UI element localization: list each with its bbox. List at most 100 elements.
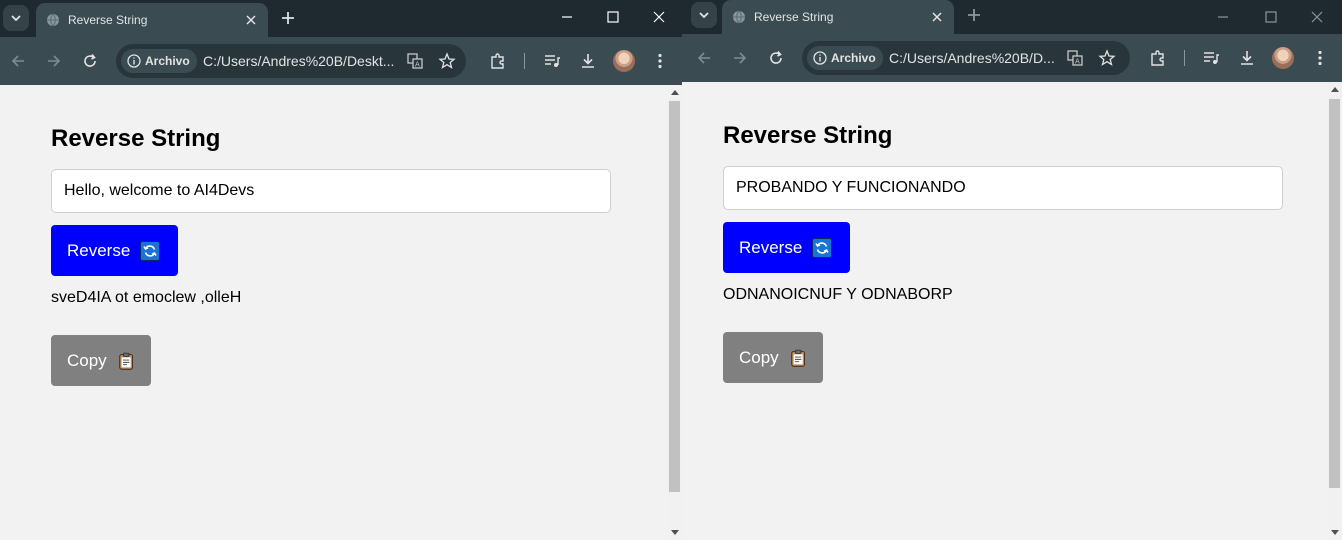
browser-toolbar: Archivo C:/Users/Andres%20B/Deskt... A (0, 37, 682, 85)
scroll-up-arrow[interactable] (1331, 87, 1339, 92)
close-window-button[interactable] (1294, 0, 1340, 34)
menu-button[interactable] (1308, 46, 1332, 70)
reload-button[interactable] (764, 46, 788, 70)
media-button[interactable] (540, 49, 564, 73)
globe-icon (733, 10, 745, 24)
page-viewport: Reverse String Reverse ODNANOICNUF Y ODN… (682, 82, 1342, 540)
refresh-icon (140, 240, 161, 261)
new-tab-icon[interactable] (964, 5, 984, 25)
minimize-icon (562, 16, 572, 18)
scroll-up-arrow[interactable] (671, 90, 679, 95)
minimize-button[interactable] (1200, 0, 1246, 34)
star-icon[interactable] (1098, 49, 1116, 67)
copy-button[interactable]: Copy (723, 332, 823, 383)
star-icon[interactable] (438, 52, 456, 70)
site-info-chip[interactable]: Archivo (807, 46, 883, 70)
arrow-right-icon (48, 55, 61, 67)
tab-reverse-string[interactable]: Reverse String (722, 0, 954, 34)
chip-label: Archivo (831, 51, 876, 65)
chip-label: Archivo (145, 54, 190, 68)
chevron-down-icon (699, 12, 709, 19)
tab-search-button[interactable] (691, 2, 717, 28)
globe-icon (47, 13, 59, 27)
site-info-chip[interactable]: Archivo (121, 49, 197, 73)
arrow-left-icon (697, 52, 710, 64)
chevron-down-icon (11, 15, 21, 22)
more-vert-icon (658, 53, 662, 69)
browser-window-right: Reverse String Archivo C:/Users/Andres%2… (682, 0, 1342, 540)
browser-toolbar: Archivo C:/Users/Andres%20B/D... A (682, 34, 1342, 82)
playlist-icon (1204, 52, 1219, 64)
arrow-right-icon (734, 52, 747, 64)
maximize-button[interactable] (590, 0, 636, 34)
clipboard-icon (790, 349, 805, 367)
scrollbar-thumb[interactable] (669, 101, 680, 492)
scrollbar-thumb[interactable] (1329, 99, 1340, 488)
reload-icon (84, 53, 96, 67)
svg-text:A: A (1075, 58, 1080, 66)
tab-strip: Reverse String (0, 0, 682, 37)
toolbar-divider (524, 53, 525, 69)
reverse-button-label: Reverse (739, 237, 803, 257)
extensions-button[interactable] (486, 49, 510, 73)
reverse-button[interactable]: Reverse (51, 225, 178, 276)
avatar[interactable] (613, 50, 635, 72)
page-title: Reverse String (51, 125, 221, 152)
address-bar[interactable]: Archivo C:/Users/Andres%20B/Deskt... A (116, 44, 466, 78)
vertical-scrollbar[interactable] (667, 85, 682, 540)
maximize-icon (1265, 11, 1277, 23)
download-icon (582, 54, 594, 68)
copy-button-label: Copy (67, 350, 107, 370)
forward-button[interactable] (728, 46, 752, 70)
url-text: C:/Users/Andres%20B/Deskt... (203, 53, 395, 69)
new-tab-icon[interactable] (278, 8, 298, 28)
close-icon (653, 11, 665, 23)
downloads-button[interactable] (1235, 46, 1259, 70)
reversed-output: ODNANOICNUF Y ODNABORP (723, 286, 953, 303)
maximize-button[interactable] (1248, 0, 1294, 34)
vertical-scrollbar[interactable] (1327, 82, 1342, 540)
toolbar-divider (1184, 50, 1185, 66)
scroll-down-arrow[interactable] (1331, 530, 1339, 535)
forward-button[interactable] (42, 49, 66, 73)
tab-title: Reverse String (754, 10, 834, 24)
tab-search-button[interactable] (3, 5, 29, 31)
reverse-string-app: Reverse String Reverse sveD4IA ot emocle… (51, 125, 611, 386)
reload-button[interactable] (78, 49, 102, 73)
scroll-down-arrow[interactable] (671, 530, 679, 535)
back-button[interactable] (692, 46, 716, 70)
reverse-button-label: Reverse (67, 240, 131, 260)
tab-reverse-string[interactable]: Reverse String (36, 3, 268, 37)
media-button[interactable] (1199, 46, 1223, 70)
reverse-button[interactable]: Reverse (723, 222, 850, 273)
info-icon (127, 54, 141, 68)
avatar[interactable] (1272, 47, 1294, 69)
close-window-button[interactable] (636, 0, 682, 34)
menu-button[interactable] (648, 49, 672, 73)
reverse-string-app: Reverse String Reverse ODNANOICNUF Y ODN… (723, 122, 1283, 383)
close-tab-icon[interactable] (929, 9, 945, 25)
text-input[interactable] (723, 166, 1283, 210)
maximize-icon (607, 11, 619, 23)
browser-window-left: Reverse String Archivo C:/Users/Andres%2… (0, 0, 682, 540)
clipboard-icon (118, 352, 133, 370)
minimize-button[interactable] (544, 0, 590, 34)
address-bar[interactable]: Archivo C:/Users/Andres%20B/D... A (802, 41, 1130, 75)
downloads-button[interactable] (576, 49, 600, 73)
translate-icon[interactable]: A (1066, 49, 1084, 67)
playlist-icon (545, 55, 560, 67)
back-button[interactable] (6, 49, 30, 73)
reload-icon (770, 50, 782, 64)
refresh-icon (812, 237, 833, 258)
copy-button[interactable]: Copy (51, 335, 151, 386)
puzzle-icon (1151, 50, 1164, 66)
tab-strip: Reverse String (682, 0, 1342, 34)
translate-icon[interactable]: A (406, 52, 424, 70)
copy-button-label: Copy (739, 347, 779, 367)
tab-title: Reverse String (68, 13, 148, 27)
close-icon (1311, 11, 1323, 23)
page-title: Reverse String (723, 122, 893, 149)
close-tab-icon[interactable] (243, 12, 259, 28)
extensions-button[interactable] (1146, 46, 1170, 70)
text-input[interactable] (51, 169, 611, 213)
